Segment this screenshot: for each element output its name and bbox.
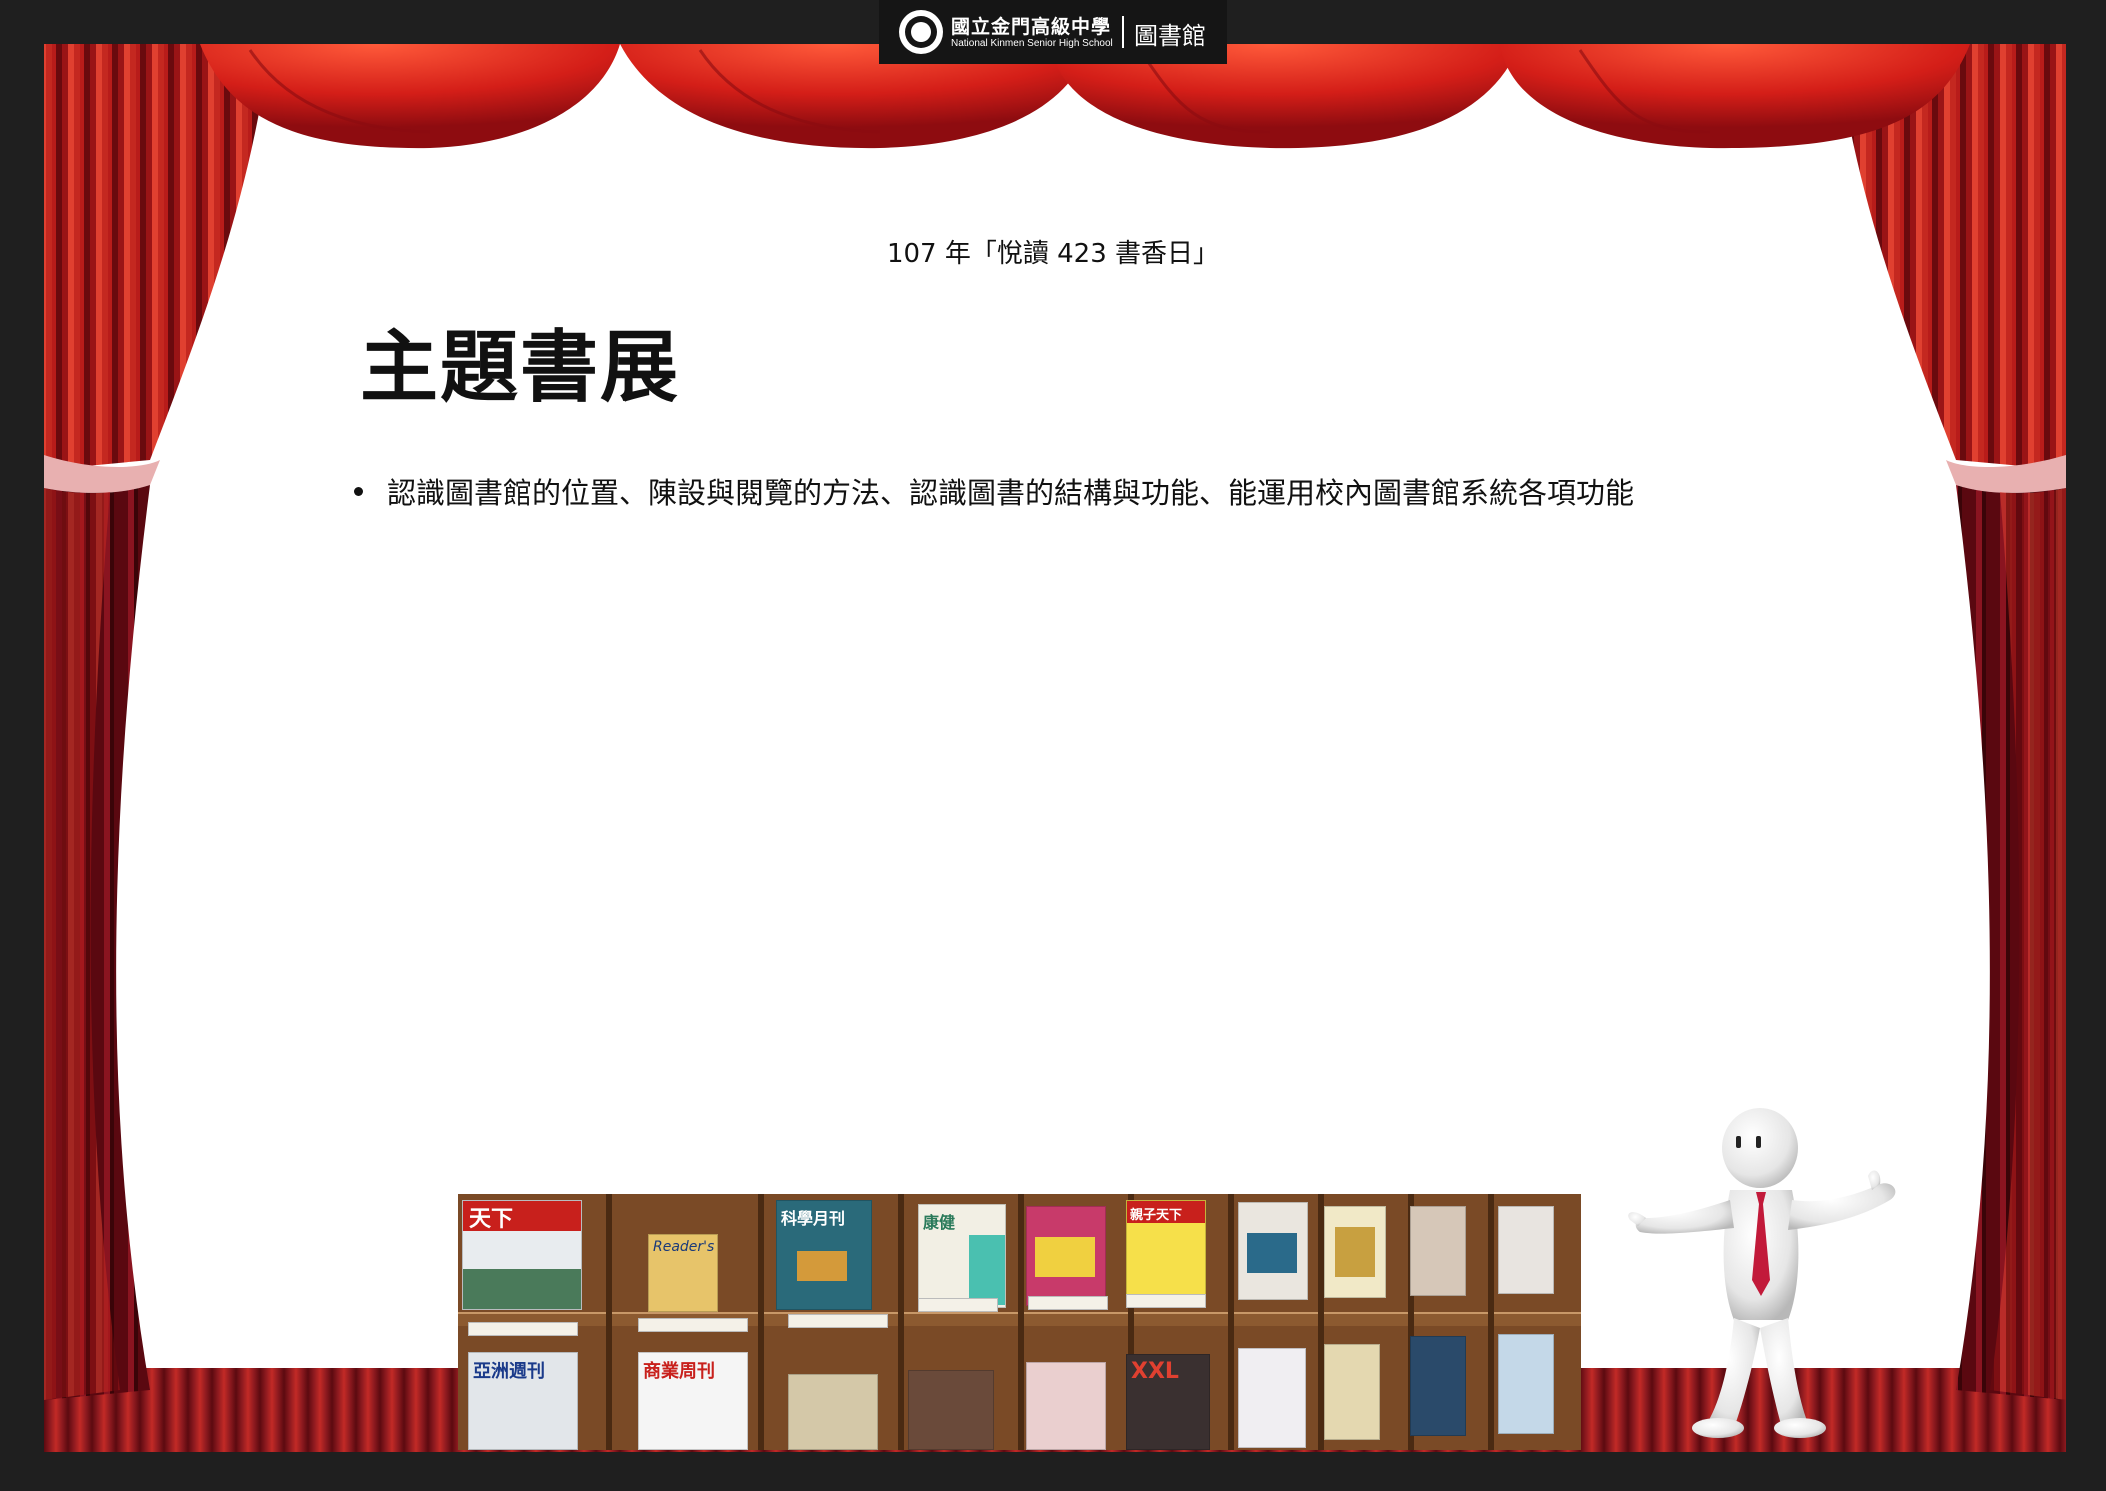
shelf-tag [918, 1298, 998, 1312]
magazine-title: 親子天下 [1127, 1201, 1205, 1223]
magazine-cover [908, 1370, 994, 1450]
shelf-tag [1028, 1296, 1108, 1310]
shelf-divider [1018, 1194, 1024, 1450]
shelf-tag [468, 1322, 578, 1336]
shelf-divider [1228, 1194, 1234, 1450]
bullet-dot [354, 486, 363, 496]
magazine-title: Reader's [653, 1239, 715, 1255]
magazine-title: 天下 [463, 1201, 581, 1232]
magazine-title: 商業周刊 [643, 1361, 715, 1382]
magazine-cover [1410, 1336, 1466, 1436]
presenter-figure [1628, 1108, 1896, 1438]
magazine-title: 亞洲週刊 [473, 1361, 545, 1382]
magazine-shelf-photo: 天下 Reader's 科學月刊 康健 親子天下 亞洲週刊 商業周刊 XXL [458, 1194, 1581, 1450]
magazine-title: XXL [1131, 1359, 1179, 1384]
shelf-divider [606, 1194, 612, 1450]
shelf-tag [638, 1318, 748, 1332]
magazine-cover [1324, 1344, 1380, 1440]
magazine-cover: Reader's [648, 1234, 718, 1312]
magazine-cover: 亞洲週刊 [468, 1352, 578, 1450]
event-title: 107 年「悅讀 423 書香日」 [886, 239, 1220, 269]
library-label: 圖書館 [1134, 22, 1206, 50]
magazine-title: 康健 [923, 1213, 956, 1232]
magazine-cover: 親子天下 [1126, 1200, 1206, 1304]
magazine-cover [1026, 1206, 1106, 1306]
school-name-en: National Kinmen Senior High School [951, 38, 1113, 49]
magazine-cover [1238, 1202, 1308, 1300]
badge-divider [1122, 16, 1124, 48]
magazine-cover [1324, 1206, 1386, 1298]
shelf-tag [788, 1314, 888, 1328]
magazine-cover: 康健 [918, 1204, 1006, 1308]
slide-stage: 國立金門高級中學 National Kinmen Senior High Sch… [0, 0, 2106, 1491]
magazine-cover [1410, 1206, 1466, 1296]
magazine-cover: XXL [1126, 1354, 1210, 1450]
school-badge: 國立金門高級中學 National Kinmen Senior High Sch… [879, 0, 1227, 64]
shelf-divider [898, 1194, 904, 1450]
magazine-cover [1026, 1362, 1106, 1450]
magazine-cover: 科學月刊 [776, 1200, 872, 1310]
magazine-cover [1498, 1206, 1554, 1294]
slide-title: 主題書展 [360, 323, 681, 413]
shelf-divider [758, 1194, 764, 1450]
magazine-cover [1238, 1348, 1306, 1448]
magazine-cover [788, 1374, 878, 1450]
magazine-cover: 商業周刊 [638, 1352, 748, 1450]
shelf-divider [1488, 1194, 1494, 1450]
magazine-cover [1498, 1334, 1554, 1434]
shelf-tag [1126, 1294, 1206, 1308]
school-name-zh: 國立金門高級中學 [951, 16, 1112, 38]
magazine-cover: 天下 [462, 1200, 582, 1310]
magazine-title: 科學月刊 [781, 1209, 846, 1228]
school-logo-icon [899, 10, 943, 54]
bullet-item: 認識圖書館的位置、陳設與閱覽的方法、認識圖書的結構與功能、能運用校內圖書館系統各… [350, 470, 1634, 512]
bullet-text: 認識圖書館的位置、陳設與閱覽的方法、認識圖書的結構與功能、能運用校內圖書館系統各… [387, 476, 1635, 510]
